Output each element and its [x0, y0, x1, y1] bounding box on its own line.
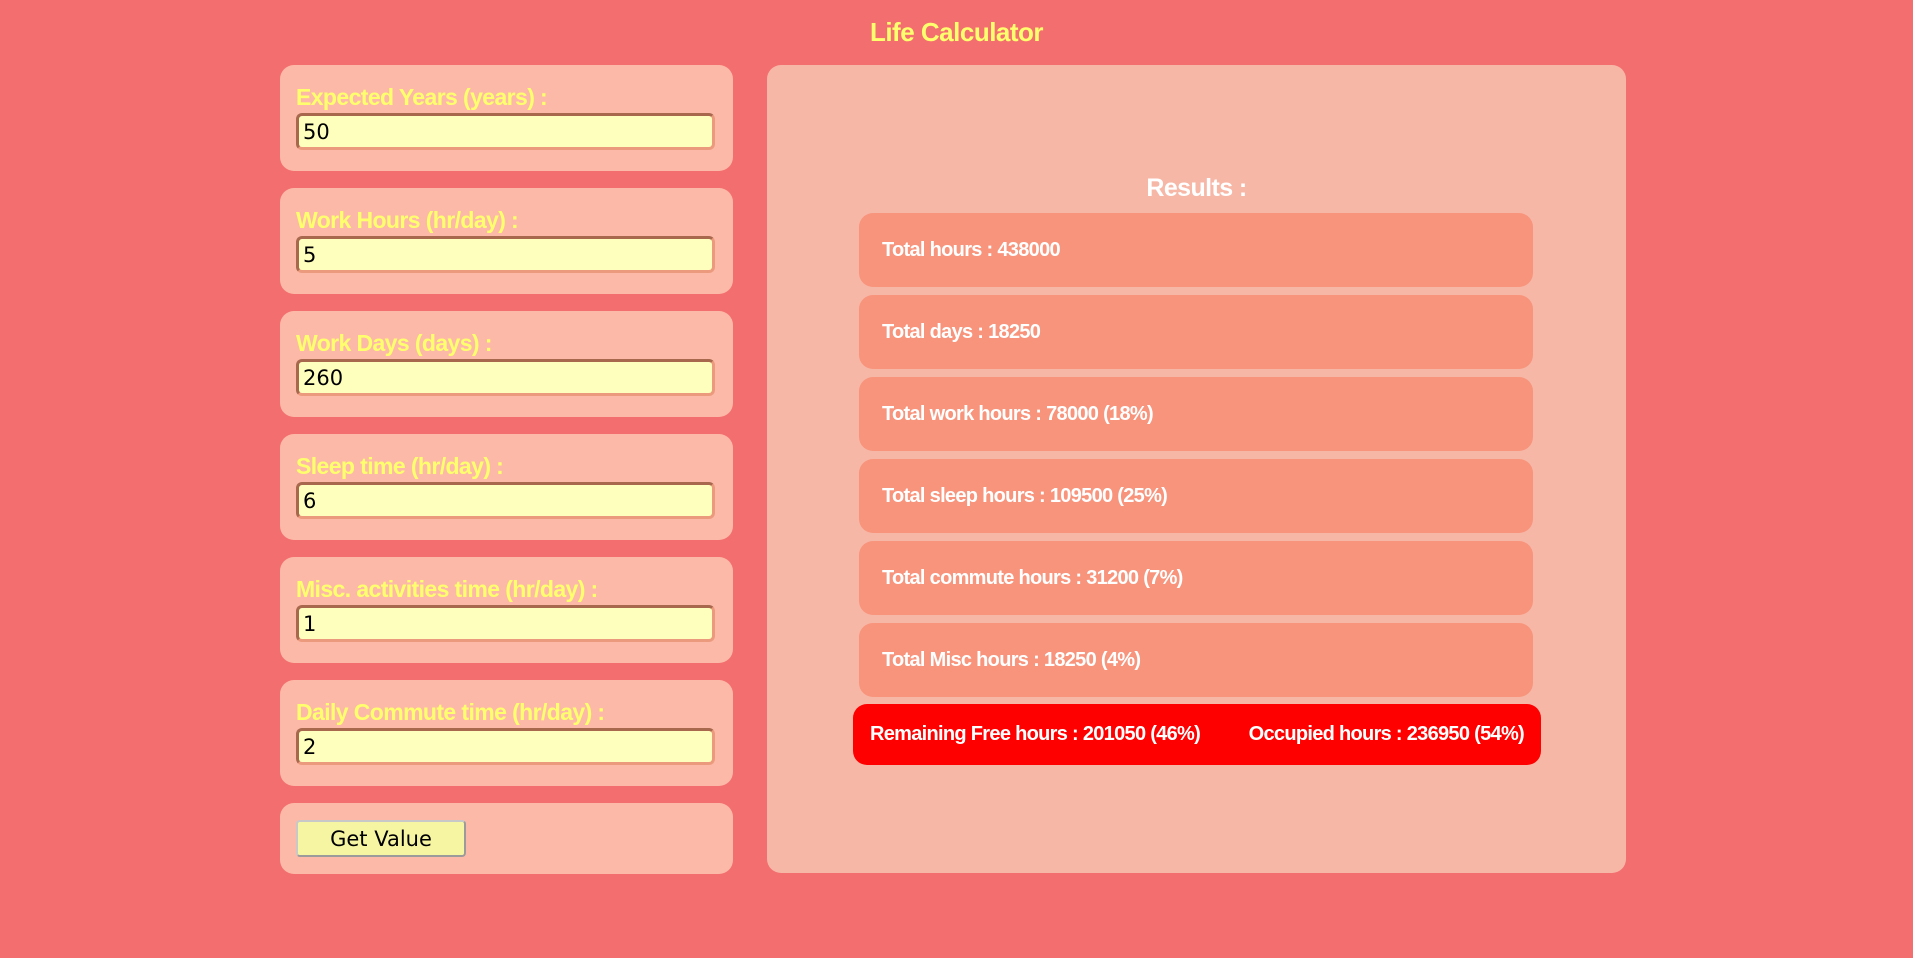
sleep-time-input[interactable]: [296, 482, 715, 519]
total-work-hours-row: Total work hours : 78000 (18%): [859, 377, 1533, 451]
remaining-free-hours: Remaining Free hours : 201050 (46%): [870, 723, 1201, 745]
page-title: Life Calculator: [869, 17, 1044, 47]
work-days-label: Work Days (days) :: [296, 330, 492, 356]
total-hours-row: Total hours : 438000: [859, 213, 1533, 287]
total-misc-hours-row: Total Misc hours : 18250 (4%): [859, 623, 1533, 697]
occupied-hours: Occupied hours : 236950 (54%): [1248, 723, 1525, 745]
summary-bar: Remaining Free hours : 201050 (46%) Occu…: [853, 704, 1541, 765]
work-days-card: Work Days (days) :: [280, 311, 733, 417]
work-hours-label: Work Hours (hr/day) :: [296, 207, 519, 233]
input-form: Expected Years (years) : Work Hours (hr/…: [280, 65, 733, 874]
misc-activities-card: Misc. activities time (hr/day) :: [280, 557, 733, 663]
misc-activities-label: Misc. activities time (hr/day) :: [296, 576, 598, 602]
results-panel: Results : Total hours : 438000 Total day…: [767, 65, 1626, 873]
work-days-input[interactable]: [296, 359, 715, 396]
sleep-time-card: Sleep time (hr/day) :: [280, 434, 733, 540]
work-hours-input[interactable]: [296, 236, 715, 273]
misc-activities-input[interactable]: [296, 605, 715, 642]
daily-commute-input[interactable]: [296, 728, 715, 765]
work-hours-card: Work Hours (hr/day) :: [280, 188, 733, 294]
results-heading: Results :: [1146, 174, 1247, 202]
daily-commute-card: Daily Commute time (hr/day) :: [280, 680, 733, 786]
total-days-row: Total days : 18250: [859, 295, 1533, 369]
button-card: Get Value: [280, 803, 733, 874]
get-value-button[interactable]: Get Value: [296, 820, 466, 857]
results-list: Total hours : 438000 Total days : 18250 …: [859, 213, 1533, 705]
total-commute-hours-row: Total commute hours : 31200 (7%): [859, 541, 1533, 615]
expected-years-card: Expected Years (years) :: [280, 65, 733, 171]
sleep-time-label: Sleep time (hr/day) :: [296, 453, 504, 479]
total-sleep-hours-row: Total sleep hours : 109500 (25%): [859, 459, 1533, 533]
expected-years-label: Expected Years (years) :: [296, 84, 548, 110]
expected-years-input[interactable]: [296, 113, 715, 150]
daily-commute-label: Daily Commute time (hr/day) :: [296, 699, 605, 725]
